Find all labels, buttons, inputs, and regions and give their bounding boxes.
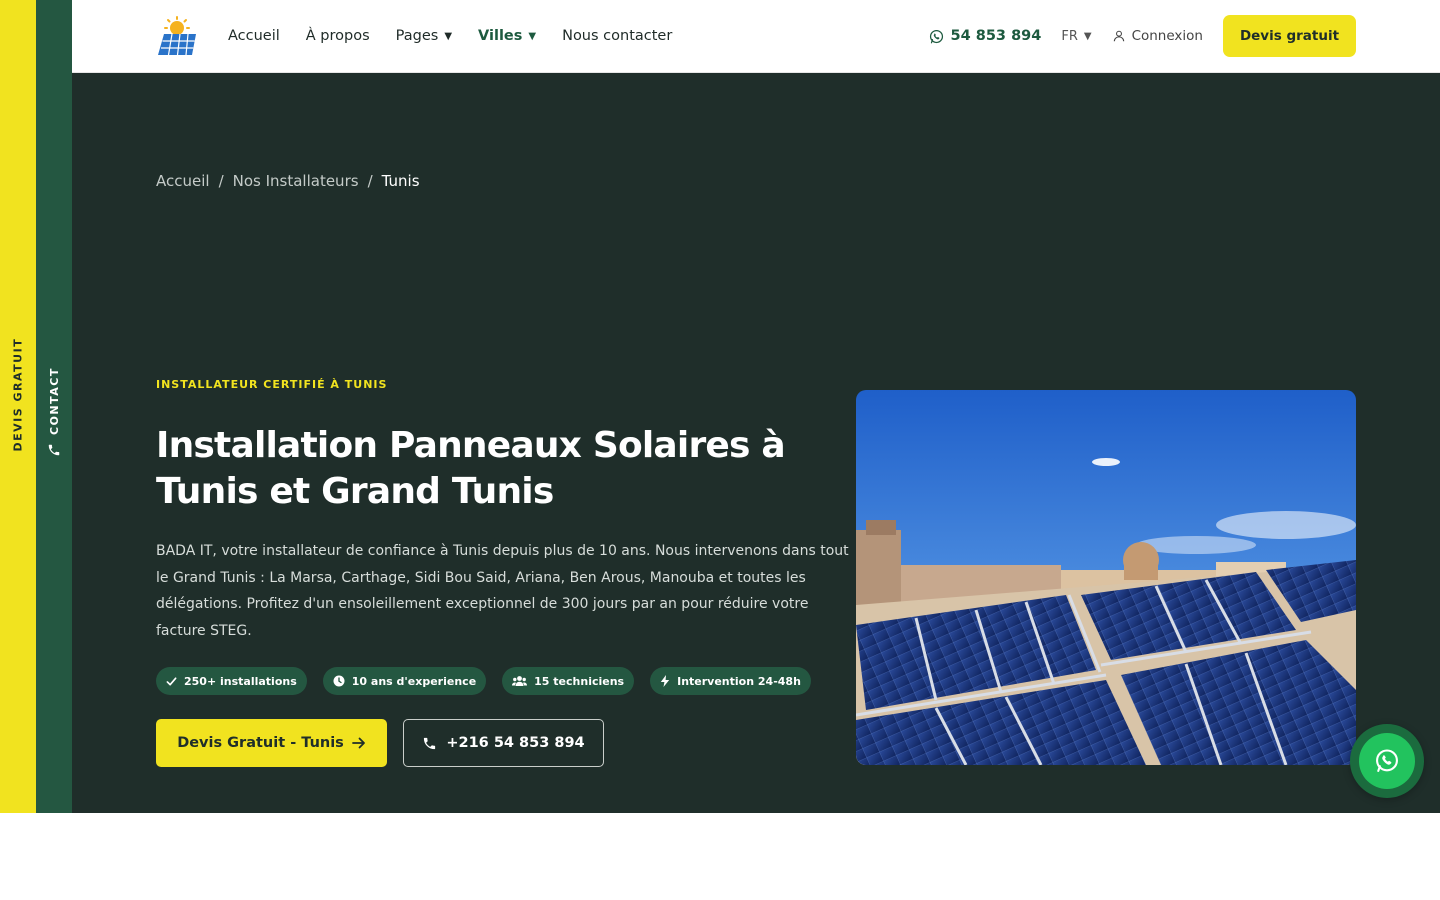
page: DEVIS GRATUIT CONTACT Accueil À propos P… (0, 0, 1440, 900)
whatsapp-icon (1376, 749, 1398, 772)
breadcrumb-home[interactable]: Accueil (156, 172, 210, 190)
nav-item-cities[interactable]: Villes ▼ (478, 28, 536, 44)
call-phone-button[interactable]: +216 54 853 894 (403, 719, 604, 767)
side-tab-quote[interactable]: DEVIS GRATUIT (0, 0, 36, 813)
badge-installations: 250+ installations (156, 667, 307, 695)
badge-technicians: 15 techniciens (502, 667, 635, 695)
nav-item-contact[interactable]: Nous contacter (562, 28, 672, 44)
hero-eyebrow: INSTALLATEUR CERTIFIÉ À TUNIS (156, 378, 388, 391)
breadcrumb: Accueil / Nos Installateurs / Tunis (156, 172, 420, 190)
bolt-icon (660, 675, 670, 687)
hero-description: BADA IT, votre installateur de confiance… (156, 543, 849, 639)
header-phone-link[interactable]: 54 853 894 (929, 28, 1041, 44)
clock-icon (333, 675, 345, 687)
side-tab-contact[interactable]: CONTACT (36, 0, 72, 813)
nav-item-pages[interactable]: Pages ▼ (396, 28, 452, 44)
hero-cta-row: Devis Gratuit - Tunis +216 54 853 894 (156, 719, 604, 767)
chevron-down-icon: ▼ (528, 30, 537, 42)
phone-icon (424, 737, 436, 749)
chevron-down-icon: ▼ (444, 30, 453, 42)
chevron-down-icon: ▼ (1083, 30, 1092, 42)
users-icon (512, 676, 528, 686)
nav-item-home[interactable]: Accueil (228, 28, 280, 44)
solar-panels-rooftop-image (856, 390, 1356, 765)
arrow-right-icon (351, 737, 365, 749)
side-tab-quote-label: DEVIS GRATUIT (11, 337, 25, 452)
side-tab-contact-label: CONTACT (47, 367, 61, 435)
solar-logo-icon[interactable] (156, 16, 198, 56)
main-nav: Accueil À propos Pages ▼ Villes ▼ Nous con… (228, 0, 672, 72)
whatsapp-icon (929, 29, 943, 43)
login-link[interactable]: Connexion (1112, 28, 1203, 44)
page-title: Installation Panneaux Solaires à Tunis e… (156, 425, 786, 512)
header-actions: 54 853 894 FR ▼ Connexion Devis gratuit (929, 0, 1356, 72)
whatsapp-float-button[interactable] (1350, 724, 1424, 798)
breadcrumb-section[interactable]: Nos Installateurs (233, 172, 359, 190)
badge-intervention: Intervention 24-48h (650, 667, 811, 695)
phone-icon (48, 444, 60, 456)
badge-experience: 10 ans d'experience (322, 667, 487, 695)
language-select[interactable]: FR ▼ (1061, 29, 1091, 44)
hero-section: Accueil / Nos Installateurs / Tunis INST… (72, 73, 1440, 813)
quote-tunis-button[interactable]: Devis Gratuit - Tunis (156, 719, 387, 767)
breadcrumb-separator: / (367, 172, 373, 190)
breadcrumb-separator: / (218, 172, 224, 190)
breadcrumb-current: Tunis (381, 172, 420, 190)
user-icon (1113, 30, 1124, 42)
hero-badges: 250+ installations 10 ans d'experience 1… (156, 667, 811, 695)
site-header: Accueil À propos Pages ▼ Villes ▼ Nous con… (72, 0, 1440, 73)
nav-item-about[interactable]: À propos (306, 28, 370, 44)
check-icon (166, 676, 177, 686)
header-quote-button[interactable]: Devis gratuit (1223, 15, 1356, 57)
